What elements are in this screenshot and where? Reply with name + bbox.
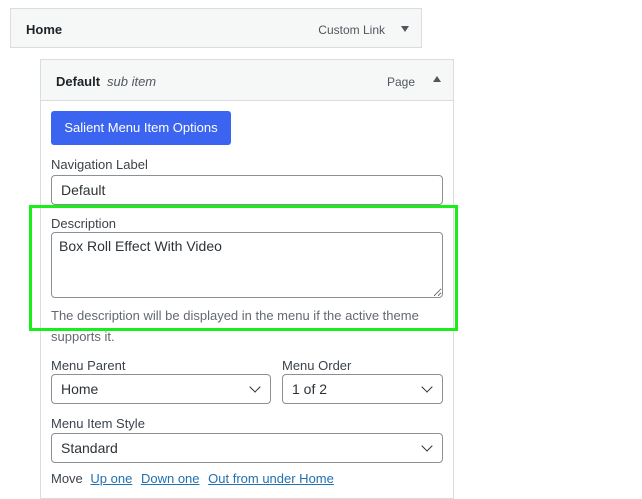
menu-order-select[interactable]: 1 of 2 [282, 374, 443, 404]
menu-item-type: Custom Link [318, 23, 385, 37]
chevron-down-icon [421, 381, 433, 393]
menu-item-style-label: Menu Item Style [51, 416, 145, 431]
move-row: Move Up one Down one Out from under Home [51, 471, 334, 486]
sub-item-title: Default [56, 74, 101, 89]
move-label: Move [51, 471, 83, 486]
navigation-label-label: Navigation Label [51, 157, 148, 172]
sub-menu-item-header[interactable]: Default sub item Page [41, 60, 453, 101]
menu-order-label: Menu Order [282, 358, 352, 373]
menu-item-title: Home [26, 22, 63, 37]
collapse-arrow-icon[interactable] [433, 76, 441, 82]
chevron-down-icon [421, 440, 433, 452]
salient-menu-options-button[interactable]: Salient Menu Item Options [51, 111, 231, 145]
menu-item-style-select[interactable]: Standard [51, 433, 443, 463]
highlight-box [29, 205, 458, 331]
move-out-from-under-link[interactable]: Out from under Home [208, 471, 334, 486]
expand-arrow-icon[interactable] [401, 26, 409, 32]
move-down-one-link[interactable]: Down one [141, 471, 200, 486]
menu-item-style-value: Standard [61, 440, 118, 456]
sub-item-subtitle: sub item [107, 74, 157, 89]
navigation-label-input[interactable]: Default [51, 175, 443, 205]
chevron-down-icon [249, 381, 261, 393]
menu-parent-value: Home [61, 381, 99, 397]
menu-item-home[interactable]: Home Custom Link [10, 8, 422, 48]
sub-item-type: Page [386, 75, 415, 89]
menu-order-value: 1 of 2 [292, 381, 328, 397]
move-up-one-link[interactable]: Up one [90, 471, 132, 486]
menu-parent-select[interactable]: Home [51, 374, 271, 404]
menu-parent-label: Menu Parent [51, 358, 126, 373]
